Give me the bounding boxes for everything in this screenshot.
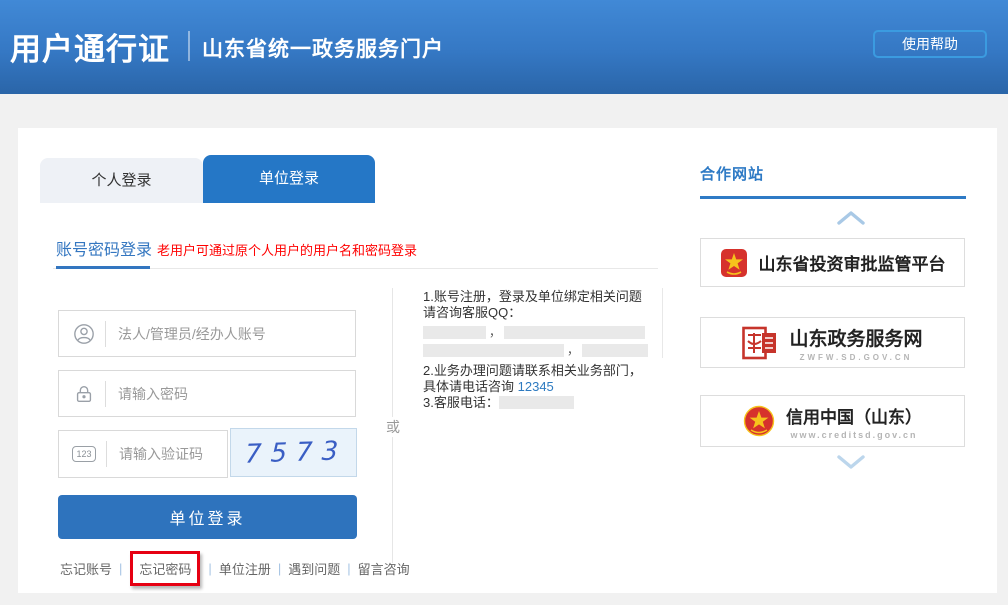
unit-login-button[interactable]: 单位登录 <box>58 495 357 539</box>
redacted-block <box>423 326 486 339</box>
partner-site-name: 信用中国（山东） <box>786 407 922 427</box>
page: 用户通行证 山东省统一政务服务门户 使用帮助 个人登录 单位登录 账号密码登录 … <box>0 0 1008 605</box>
captcha-image[interactable]: 7573 <box>230 428 357 477</box>
tab-personal-login[interactable]: 个人登录 <box>40 158 203 203</box>
red-seal-icon <box>742 326 777 359</box>
forgot-password-link[interactable]: 忘记密码 <box>139 562 191 577</box>
brand-title: 用户通行证 <box>10 32 170 67</box>
carousel-down-icon[interactable] <box>836 454 866 470</box>
partner-site-url: ZWFW.SD.GOV.CN <box>799 352 913 362</box>
account-input[interactable] <box>118 325 355 342</box>
redacted-block <box>504 326 646 339</box>
help-notes: 1.账号注册，登录及单位绑定相关问题 请咨询客服QQ： ， ， 2.业务办理问题… <box>423 289 671 411</box>
national-emblem-round-icon <box>743 405 775 437</box>
redacted-qq-row: ， <box>423 326 671 339</box>
tab-unit-login[interactable]: 单位登录 <box>203 155 375 203</box>
portal-title: 山东省统一政务服务门户 <box>202 38 444 61</box>
captcha-input[interactable] <box>119 446 227 462</box>
unit-register-link[interactable]: 单位注册 <box>219 559 271 578</box>
user-icon <box>74 323 94 344</box>
link-separator: | <box>208 560 212 576</box>
help-line-prefix: 具体请电话咨询 <box>423 379 518 394</box>
feedback-link[interactable]: 留言咨询 <box>358 559 410 578</box>
password-field-wrap <box>58 370 356 417</box>
partner-sites-underline <box>700 196 966 199</box>
hotline-link[interactable]: 12345 <box>518 379 554 394</box>
captcha-field-wrap: 123 <box>58 430 228 478</box>
highlight-annotation-box: 忘记密码 <box>130 550 201 586</box>
help-line: 3.客服电话： <box>423 395 671 411</box>
help-line: 1.账号注册，登录及单位绑定相关问题 <box>423 289 642 304</box>
field-separator <box>105 320 106 347</box>
qq-separator: ， <box>567 343 580 357</box>
login-panel: 个人登录 单位登录 账号密码登录 老用户可通过原个人用户的用户名和密码登录 12… <box>18 128 997 593</box>
help-button[interactable]: 使用帮助 <box>873 30 987 58</box>
help-line: 请咨询客服QQ： <box>423 305 522 320</box>
qq-separator: ， <box>489 325 502 339</box>
partner-site-name: 山东政务服务网 <box>789 328 923 350</box>
brand-divider <box>188 31 190 61</box>
partner-site-card-zwfw[interactable]: 山东政务服务网 ZWFW.SD.GOV.CN <box>700 317 965 368</box>
header-bar: 用户通行证 山东省统一政务服务门户 使用帮助 <box>0 0 1008 94</box>
account-field-wrap <box>58 310 356 357</box>
footer-links: 忘记账号 | 忘记密码 | 单位注册 | 遇到问题 | 留言咨询 <box>60 548 410 588</box>
lock-icon <box>76 385 92 402</box>
captcha-code: 7573 <box>244 435 349 470</box>
partner-sites-title: 合作网站 <box>700 166 765 183</box>
vertical-divider <box>392 440 393 563</box>
section-title-underline <box>56 266 150 269</box>
section-note: 老用户可通过原个人用户的用户名和密码登录 <box>157 243 418 258</box>
help-line: 2.业务办理问题请联系相关业务部门， <box>423 363 642 378</box>
problems-link[interactable]: 遇到问题 <box>288 559 340 578</box>
or-label: 或 <box>384 417 402 437</box>
forgot-account-link[interactable]: 忘记账号 <box>60 559 112 578</box>
national-emblem-icon <box>720 248 747 277</box>
digits-123-icon: 123 <box>72 446 96 462</box>
redacted-block <box>498 396 574 409</box>
carousel-up-icon[interactable] <box>836 210 866 226</box>
redacted-block <box>582 344 649 357</box>
link-separator: | <box>119 560 123 576</box>
redacted-block <box>423 344 564 357</box>
redacted-qq-row: ， <box>423 344 671 357</box>
link-separator: | <box>347 560 351 576</box>
partner-site-name: 山东省投资审批监管平台 <box>758 255 946 274</box>
help-line-prefix: 3.客服电话： <box>423 395 499 410</box>
partner-site-card-investment[interactable]: 山东省投资审批监管平台 <box>700 238 965 287</box>
help-line: 具体请电话咨询 12345 <box>423 379 671 395</box>
partner-site-card-credit[interactable]: 信用中国（山东） www.creditsd.gov.cn <box>700 395 965 447</box>
link-separator: | <box>277 560 282 576</box>
field-separator <box>106 441 107 467</box>
field-separator <box>105 380 106 407</box>
section-title: 账号密码登录 <box>56 242 153 259</box>
partner-site-url: www.creditsd.gov.cn <box>790 429 918 440</box>
password-input[interactable] <box>118 385 355 402</box>
